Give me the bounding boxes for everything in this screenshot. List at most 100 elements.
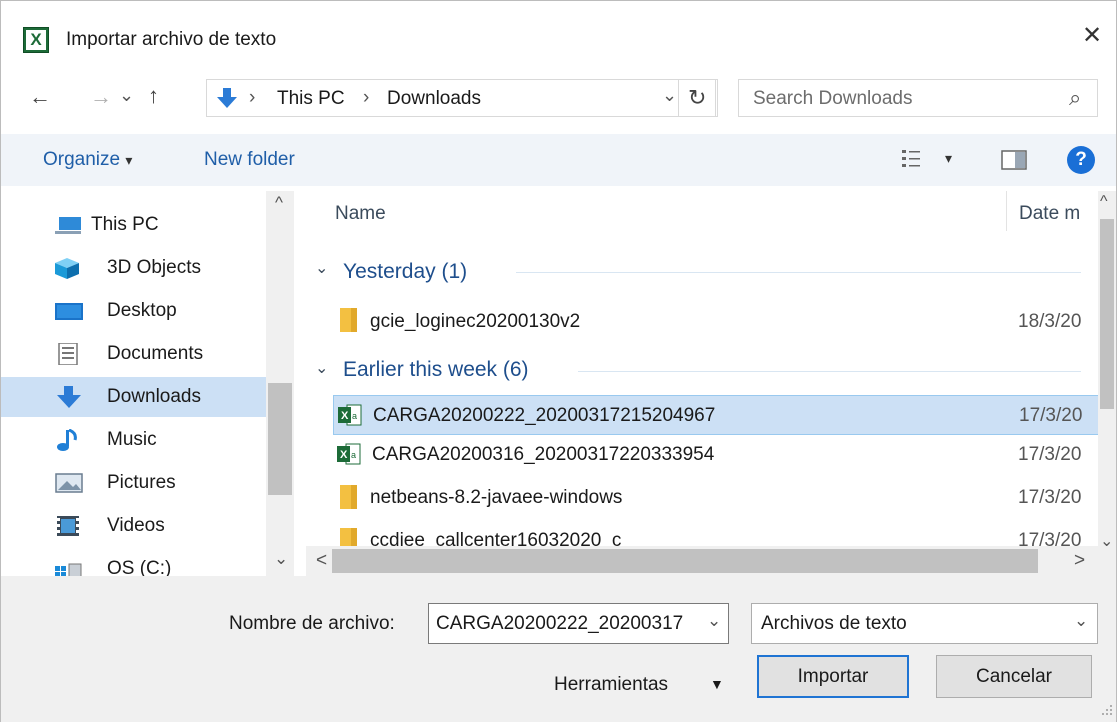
search-placeholder: Search Downloads [753,88,913,109]
pc-icon [55,217,81,234]
sidebar-item-desktop[interactable]: Desktop [1,291,266,331]
sidebar-item-label: Pictures [107,472,176,493]
cancel-button[interactable]: Cancelar [936,655,1092,698]
new-folder-button[interactable]: New folder [204,149,295,171]
file-date: 17/3/20 [1019,405,1083,426]
preview-pane-icon[interactable] [1001,150,1027,170]
file-name: ccdiee_callcenter16032020_c [370,530,622,546]
group-chevron-icon[interactable]: ⌄ [315,258,328,278]
scrollbar-thumb[interactable] [268,383,292,495]
organize-arrow-icon: ▾ [125,152,133,168]
group-header-yesterday[interactable]: Yesterday (1) [343,260,467,284]
refresh-icon: ↻ [688,85,707,110]
scroll-up-icon[interactable]: ^ [1100,193,1108,211]
file-date: 17/3/20 [1018,444,1082,465]
sidebar-item-label: Desktop [107,300,177,321]
refresh-button[interactable]: ↻ [678,79,718,117]
sidebar-item-documents[interactable]: Documents [1,334,266,374]
file-list-vertical-scrollbar[interactable]: ^ ⌄ [1098,191,1116,576]
recent-locations-icon[interactable]: ⌄ [119,85,134,106]
sidebar-item-downloads[interactable]: Downloads [1,377,266,417]
list-item-selected[interactable]: X a CARGA20200222_20200317215204967 17/3… [333,395,1098,435]
scroll-up-icon[interactable]: ^ [275,193,283,213]
file-list-horizontal-scrollbar[interactable]: < > [306,546,1098,576]
breadcrumb-separator: › [363,87,370,108]
sidebar-item-label: This PC [91,214,159,235]
svg-text:X: X [340,449,348,461]
sidebar-item-label: Documents [107,343,204,364]
navigation-pane: This PC 3D Objects Desktop Documents Dow… [1,191,301,576]
list-item[interactable]: ccdiee_callcenter16032020_c 17/3/20 [333,521,1098,546]
column-divider[interactable] [1006,191,1007,231]
filename-value: CARGA20200222_20200317 [436,613,684,634]
file-name: CARGA20200222_20200317215204967 [373,405,716,426]
svg-text:X: X [341,410,349,422]
group-chevron-icon[interactable]: ⌄ [315,358,328,378]
scroll-left-icon[interactable]: < [316,550,327,572]
view-list-icon[interactable] [901,148,921,170]
drive-icon [55,563,82,576]
address-dropdown-icon[interactable]: ⌄ [662,85,677,106]
group-header-earlier-this-week[interactable]: Earlier this week (6) [343,358,529,382]
file-date: 17/3/20 [1018,530,1082,546]
filename-dropdown-icon[interactable]: ⌄ [707,611,721,631]
svg-text:a: a [351,450,356,460]
cube-icon [55,258,79,279]
list-item[interactable]: gcie_loginec20200130v2 18/3/20 [333,301,1098,341]
sidebar-item-os-c[interactable]: OS (C:) [1,549,266,576]
filename-input[interactable]: CARGA20200222_20200317 ⌄ [428,603,729,644]
sidebar-item-label: Videos [107,515,165,536]
sidebar-scrollbar[interactable]: ^ ⌄ [266,191,294,576]
import-dialog: X Importar archivo de texto ✕ ← → ⌄ ↑ › … [0,0,1117,722]
organize-button[interactable]: Organize ▾ [43,149,132,171]
folder-icon [340,308,357,332]
sidebar-item-videos[interactable]: Videos [1,506,266,546]
filetype-value: Archivos de texto [761,613,907,634]
scrollbar-thumb[interactable] [332,549,1038,573]
filename-label: Nombre de archivo: [229,613,395,634]
close-button[interactable]: ✕ [1077,21,1107,50]
folder-icon [340,485,357,509]
forward-icon[interactable]: → [90,84,112,110]
excel-app-icon: X [23,27,49,53]
import-button[interactable]: Importar [757,655,909,698]
breadcrumb-this-pc[interactable]: This PC [277,88,345,110]
search-input[interactable]: Search Downloads ⌕ [738,79,1098,117]
sidebar-item-this-pc[interactable]: This PC [1,205,266,245]
scroll-down-icon[interactable]: ⌄ [1100,531,1113,551]
sidebar-item-3d-objects[interactable]: 3D Objects [1,248,266,288]
scroll-down-icon[interactable]: ⌄ [274,549,288,569]
breadcrumb-separator: › [249,87,256,108]
back-icon[interactable]: ← [29,84,51,110]
sidebar-item-label: Downloads [107,386,201,407]
tools-arrow-icon: ▼ [710,676,724,692]
scroll-right-icon[interactable]: > [1074,550,1085,572]
file-name: CARGA20200316_20200317220333954 [372,444,715,465]
sidebar-item-label: 3D Objects [107,257,201,278]
list-item[interactable]: netbeans-8.2-javaee-windows 17/3/20 [333,478,1098,518]
sidebar-item-music[interactable]: Music [1,420,266,460]
download-icon [57,386,81,408]
help-icon[interactable]: ? [1067,146,1095,174]
file-list: Name Date m ⌄ Yesterday (1) gcie_loginec… [306,191,1098,546]
list-item[interactable]: X a CARGA20200316_20200317220333954 17/3… [333,435,1098,475]
resize-grip-icon[interactable] [1101,704,1113,716]
breadcrumb-downloads[interactable]: Downloads [387,88,481,110]
up-icon[interactable]: ↑ [148,83,159,109]
music-icon [57,429,77,451]
column-header-date[interactable]: Date m [1019,203,1080,225]
scrollbar-thumb[interactable] [1100,219,1114,409]
dialog-title: Importar archivo de texto [66,29,277,50]
sidebar-item-label: Music [107,429,157,450]
view-options-arrow-icon[interactable]: ▾ [945,150,952,167]
group-divider [516,272,1081,273]
organize-label: Organize [43,149,121,170]
tools-menu-button[interactable]: Herramientas ▼ [554,664,734,707]
folder-icon [340,528,357,546]
filetype-select[interactable]: Archivos de texto ⌄ [751,603,1098,644]
column-header-name[interactable]: Name [335,203,386,225]
search-icon: ⌕ [1069,85,1082,110]
sidebar-item-pictures[interactable]: Pictures [1,463,266,503]
dialog-footer: Nombre de archivo: CARGA20200222_2020031… [1,576,1116,722]
address-bar[interactable]: › This PC › Downloads ⌄ [206,79,716,117]
